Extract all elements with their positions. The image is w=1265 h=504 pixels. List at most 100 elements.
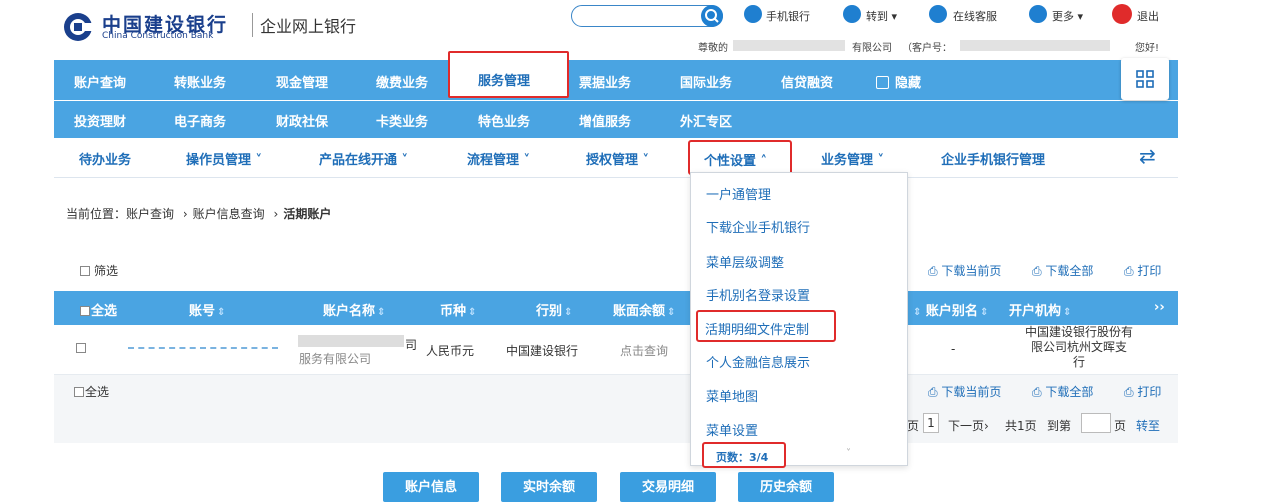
select-all-header[interactable]: 全选 — [80, 300, 117, 319]
breadcrumb-account-info[interactable]: 账户信息查询 — [193, 207, 265, 221]
goto-page-input[interactable] — [1081, 413, 1111, 433]
nav-service-management[interactable]: 服务管理 — [448, 51, 569, 98]
row-checkbox[interactable] — [76, 343, 86, 353]
nav-account-query[interactable]: 账户查询 — [74, 72, 126, 91]
nav-social-security[interactable]: 财政社保 — [276, 111, 328, 130]
alias-cell: - — [951, 342, 956, 356]
go-button[interactable]: 转至 — [1136, 417, 1160, 434]
print-link-bottom[interactable]: ⎙ 打印 — [1124, 383, 1161, 400]
search-icon[interactable] — [701, 5, 723, 27]
brand-name-en: China Construction Bank — [102, 31, 214, 41]
pager-prefix: 页 — [907, 419, 920, 433]
redacted-customer-no — [960, 40, 1110, 51]
breadcrumb-account-query[interactable]: 账户查询 — [126, 207, 174, 221]
subnav-todo[interactable]: 待办业务 — [79, 149, 131, 168]
history-balance-button[interactable]: 历史余额 — [738, 472, 834, 502]
nav-bills[interactable]: 票据业务 — [579, 72, 631, 91]
col-alias[interactable]: ⇕ 账户别名 ⇕ — [911, 300, 988, 319]
subnav-mobile-bank-mgmt[interactable]: 企业手机银行管理 — [941, 149, 1045, 168]
menu-map[interactable]: 菜单地图 — [706, 386, 758, 405]
customer-service-icon[interactable] — [929, 5, 947, 23]
currency-cell: 人民币元 — [426, 344, 475, 358]
customer-service-link[interactable]: 在线客服 — [953, 8, 997, 24]
account-number-link[interactable] — [128, 347, 278, 349]
goto-menu[interactable]: 转到 ▾ — [866, 8, 897, 24]
menu-download-mobile-bank[interactable]: 下载企业手机银行 — [706, 217, 810, 236]
download-all-link[interactable]: ⎙ 下载全部 — [1032, 262, 1093, 279]
nav-international[interactable]: 国际业务 — [680, 72, 732, 91]
realtime-balance-button[interactable]: 实时余额 — [501, 472, 597, 502]
filter-checkbox[interactable] — [80, 266, 90, 276]
transaction-detail-button[interactable]: 交易明细 — [620, 472, 716, 502]
filter-toggle[interactable]: 筛选 — [80, 262, 118, 279]
nav-featured[interactable]: 特色业务 — [478, 111, 530, 130]
query-balance-link[interactable]: 点击查询 — [620, 342, 668, 359]
scroll-right-icon[interactable]: ›› — [1154, 300, 1165, 315]
nav-credit[interactable]: 信贷融资 — [781, 72, 833, 91]
col-account-name[interactable]: 账户名称 ⇕ — [323, 300, 385, 319]
subnav-personal-settings[interactable]: 个性设置 ˄ — [688, 140, 792, 175]
table-row[interactable]: 司 服务有限公司 人民币元 中国建设银行 点击查询 - 中国建设银行股份有 限公司… — [54, 325, 1178, 375]
subnav-business[interactable]: 业务管理 ˅ — [821, 149, 884, 168]
nav-payment[interactable]: 缴费业务 — [376, 72, 428, 91]
breadcrumb: 当前位置：账户查询 › 账户信息查询 › 活期账户 — [66, 207, 332, 221]
col-currency[interactable]: 币种 ⇕ — [440, 300, 476, 319]
branch-cell: 中国建设银行股份有 限公司杭州文晖支行 — [1024, 325, 1133, 369]
grid-menu-icon[interactable] — [1121, 58, 1169, 100]
more-menu[interactable]: 更多 ▾ — [1052, 8, 1083, 24]
bank-cell: 中国建设银行 — [506, 344, 579, 358]
page-unit: 页 — [1114, 419, 1127, 433]
mobile-bank-link[interactable]: 手机银行 — [766, 8, 810, 24]
sub-nav: 待办业务 操作员管理 ˅ 产品在线开通 ˅ 流程管理 ˅ 授权管理 ˅ 业务管理… — [54, 138, 1178, 178]
nav-cash-management[interactable]: 现金管理 — [276, 72, 328, 91]
col-balance[interactable]: 账面余额 ⇕ — [613, 300, 675, 319]
account-name-line2: 服务有限公司 — [299, 352, 372, 366]
menu-current-detail-file[interactable]: 活期明细文件定制 — [696, 310, 836, 342]
nav-value-added[interactable]: 增值服务 — [579, 111, 631, 130]
nav-transfer[interactable]: 转账业务 — [174, 72, 226, 91]
subnav-authorization[interactable]: 授权管理 ˅ — [586, 149, 649, 168]
col-bank[interactable]: 行别 ⇕ — [536, 300, 572, 319]
nav-cards[interactable]: 卡类业务 — [376, 111, 428, 130]
select-all-footer[interactable]: 全选 — [74, 383, 109, 400]
col-account-no[interactable]: 账号 ⇕ — [189, 300, 225, 319]
download-page-link[interactable]: ⎙ 下载当前页 — [928, 262, 1001, 279]
download-page-link-bottom[interactable]: ⎙ 下载当前页 — [928, 383, 1001, 400]
greeting-company-suffix: 有限公司 — [852, 43, 892, 54]
more-icon[interactable] — [1029, 5, 1047, 23]
subnav-operator[interactable]: 操作员管理 ˅ — [186, 149, 262, 168]
next-page-link[interactable]: 下一页› — [948, 417, 989, 434]
mobile-bank-icon[interactable] — [744, 5, 762, 23]
power-icon[interactable] — [1112, 4, 1132, 24]
redacted-company — [733, 40, 845, 51]
nav-ecommerce[interactable]: 电子商务 — [174, 111, 226, 130]
goto-icon[interactable] — [843, 5, 861, 23]
goto-label: 到第 — [1047, 419, 1072, 433]
dropdown-scroll-chevron-icon[interactable]: ˅ — [846, 448, 851, 459]
download-all-link-bottom[interactable]: ⎙ 下载全部 — [1032, 383, 1093, 400]
print-link[interactable]: ⎙ 打印 — [1124, 262, 1161, 279]
ccb-logo-icon — [63, 12, 94, 42]
logout-link[interactable]: 退出 — [1137, 8, 1159, 24]
customer-no-label: （客户号： — [902, 43, 952, 54]
greeting-suffix: 您好! — [1135, 43, 1160, 54]
nav-hide[interactable]: 隐藏 — [876, 72, 921, 91]
current-page-box: 1 — [923, 413, 939, 433]
main-nav-row2: 投资理财 电子商务 财政社保 卡类业务 特色业务 增值服务 外汇专区 — [54, 101, 1178, 138]
menu-settings[interactable]: 菜单设置 — [706, 420, 758, 439]
breadcrumb-current: 活期账户 — [283, 207, 332, 221]
total-pages: 共1页 — [1005, 419, 1037, 433]
greeting-prefix: 尊敬的 — [698, 43, 728, 54]
account-info-button[interactable]: 账户信息 — [383, 472, 479, 502]
col-branch[interactable]: 开户机构 ⇕ — [1009, 300, 1071, 319]
swap-arrows-icon[interactable]: ⇄ — [1139, 144, 1156, 168]
nav-forex[interactable]: 外汇专区 — [680, 111, 732, 130]
menu-level-adjust[interactable]: 菜单层级调整 — [706, 252, 784, 271]
menu-one-account[interactable]: 一户通管理 — [706, 184, 771, 203]
main-nav-row1: 账户查询 转账业务 现金管理 缴费业务 票据业务 国际业务 信贷融资 隐藏 — [54, 60, 1178, 100]
subnav-workflow[interactable]: 流程管理 ˅ — [467, 149, 530, 168]
subnav-online-activation[interactable]: 产品在线开通 ˅ — [319, 149, 408, 168]
menu-personal-finance-info[interactable]: 个人金融信息展示 — [706, 352, 810, 371]
menu-mobile-alias-login[interactable]: 手机别名登录设置 — [706, 285, 810, 304]
nav-investment[interactable]: 投资理财 — [74, 111, 126, 130]
